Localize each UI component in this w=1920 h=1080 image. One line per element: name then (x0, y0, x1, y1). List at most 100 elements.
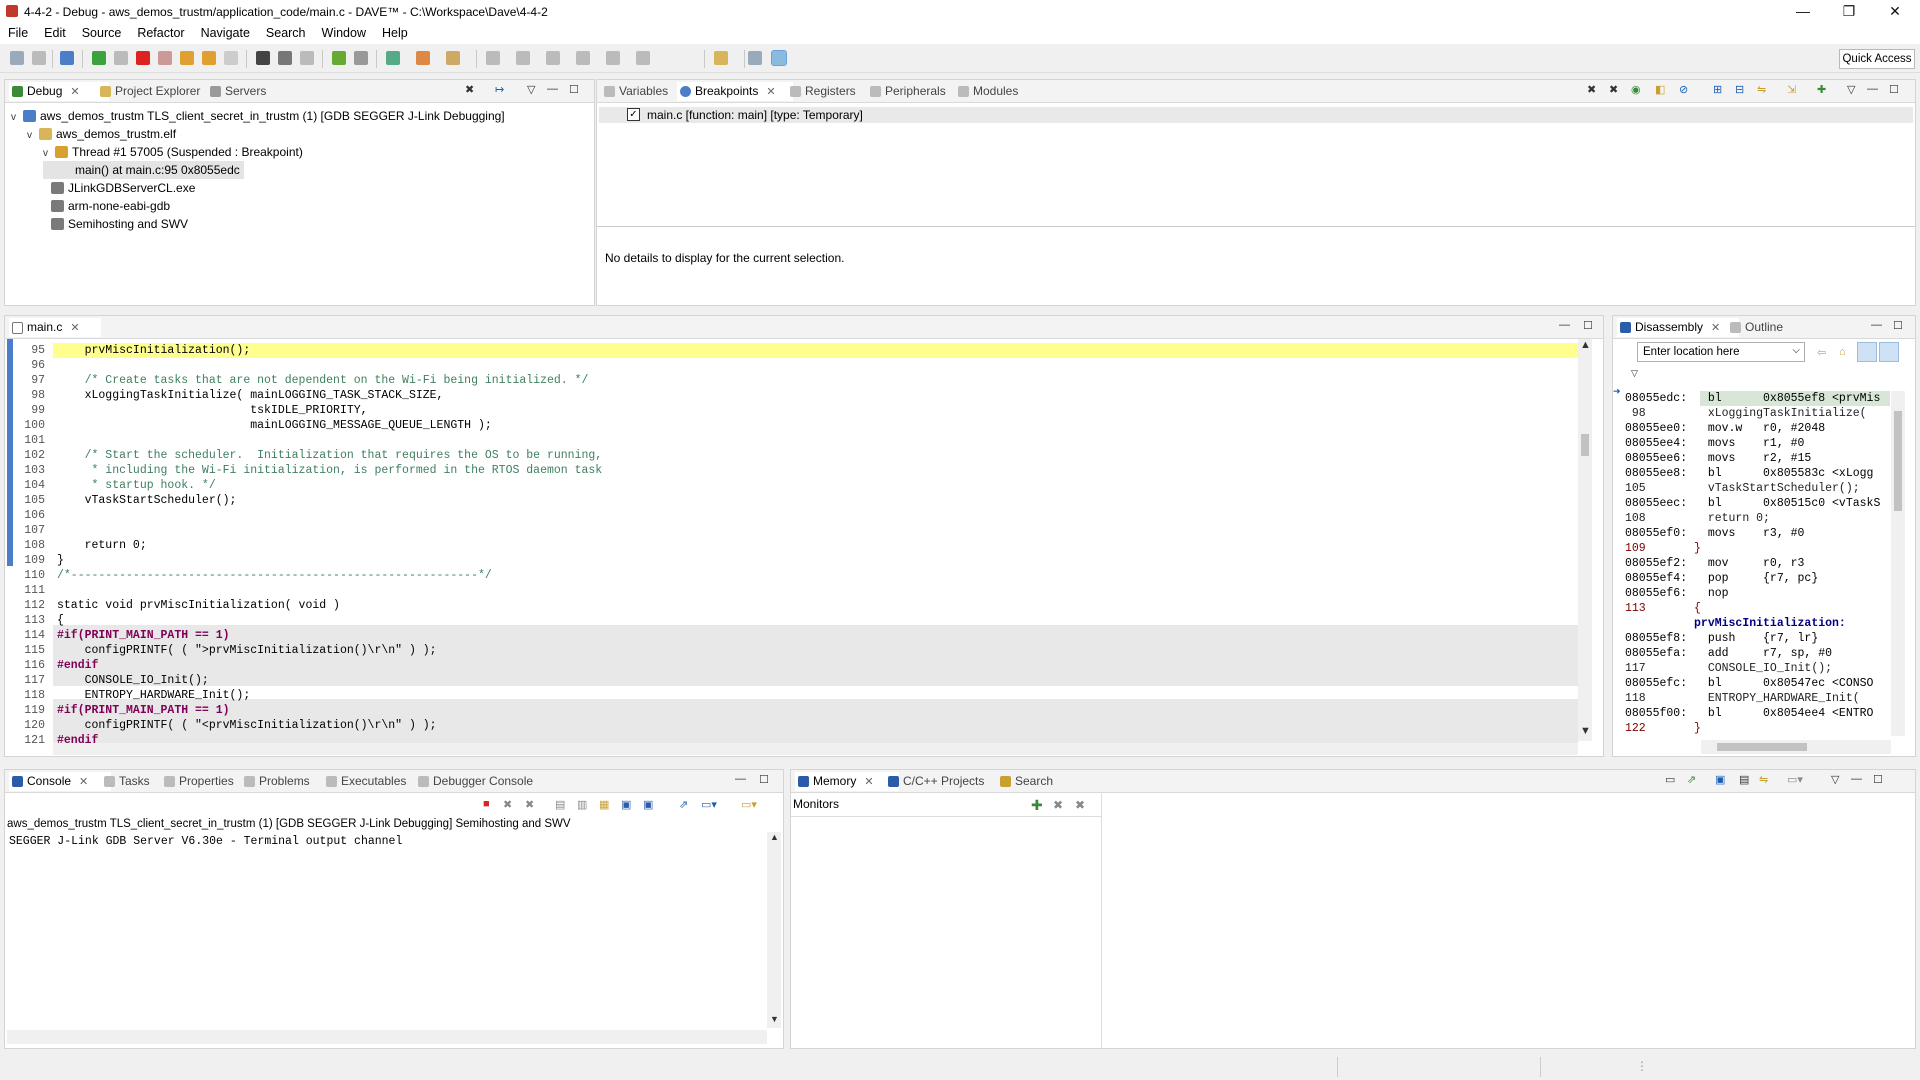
restart-icon[interactable] (278, 51, 292, 65)
cpp-perspective-icon[interactable] (748, 51, 762, 65)
view-menu-icon[interactable]: ▽ (1847, 83, 1855, 96)
export-icon[interactable]: ▭▾ (1787, 773, 1803, 786)
tab-properties[interactable]: Properties (161, 772, 234, 791)
tree-item-thread[interactable]: v Thread #1 57005 (Suspended : Breakpoint… (43, 143, 303, 161)
save-all-icon[interactable] (32, 51, 46, 65)
link-memory-icon[interactable]: ▣ (1715, 773, 1725, 786)
disassembly-hscrollbar[interactable] (1701, 740, 1891, 754)
clean-icon[interactable] (354, 51, 368, 65)
pin-console-icon[interactable]: ⇗ (679, 798, 688, 811)
reset-icon[interactable] (300, 51, 314, 65)
tree-item-stack-frame[interactable]: main() at main.c:95 0x8055edc (43, 161, 244, 179)
tree-item-elf[interactable]: v aws_demos_trustm.elf (27, 125, 176, 143)
tab-registers[interactable]: Registers (787, 82, 856, 101)
collapse-all-icon[interactable]: ⊟ (1735, 83, 1744, 96)
display-console-icon[interactable]: ▭▾ (701, 798, 717, 811)
quick-access-field[interactable]: Quick Access (1839, 49, 1915, 69)
tab-debugger-console[interactable]: Debugger Console (415, 772, 533, 791)
show-source-icon[interactable] (1879, 342, 1899, 362)
maximize-button[interactable]: ❐ (1826, 0, 1872, 24)
tab-disassembly[interactable]: Disassembly ✕ (1617, 318, 1739, 337)
tab-memory[interactable]: Memory ✕ (795, 772, 899, 791)
disassembly-line[interactable]: 08055ef0: movs r3, #0 (1625, 526, 1891, 541)
disassembly-line[interactable]: 122 } (1625, 721, 1891, 736)
run-icon[interactable] (416, 51, 430, 65)
minimize-view-icon[interactable]: — (1559, 319, 1570, 331)
scroll-thumb[interactable] (1581, 434, 1589, 456)
disassembly-line[interactable]: 109 } (1625, 541, 1891, 556)
import-icon[interactable]: ⇲ (1787, 83, 1796, 96)
maximize-view-icon[interactable]: ☐ (1873, 773, 1883, 786)
disassembly-line[interactable]: 117 CONSOLE_IO_Init(); (1625, 661, 1891, 676)
step-over-icon[interactable] (202, 51, 216, 65)
scroll-thumb[interactable] (1894, 411, 1902, 511)
scroll-down-icon[interactable]: ▼ (1580, 725, 1591, 737)
view-menu-icon[interactable]: ▽ (527, 83, 535, 96)
minimize-button[interactable]: — (1780, 0, 1826, 24)
breakpoint-checkbox[interactable]: ✓ (627, 108, 640, 121)
disassembly-line[interactable]: 08055ef4: pop {r7, pc} (1625, 571, 1891, 586)
disassembly-line[interactable]: 08055ee4: movs r1, #0 (1625, 436, 1891, 451)
word-wrap-icon[interactable]: ▦ (599, 798, 609, 811)
remove-monitor-icon[interactable]: ✖ (1053, 798, 1063, 812)
toggle-memory-icon[interactable]: ⇋ (1759, 773, 1768, 786)
maximize-view-icon[interactable]: ☐ (1893, 319, 1903, 332)
breakpoint-row[interactable]: ✓ main.c [function: main] [type: Tempora… (599, 107, 1913, 123)
disconnect-icon[interactable] (158, 51, 172, 65)
tab-console[interactable]: Console ✕ (9, 772, 111, 791)
menu-help[interactable]: Help (374, 24, 416, 40)
minimize-view-icon[interactable]: — (1867, 83, 1878, 95)
tab-project-explorer[interactable]: Project Explorer (97, 82, 200, 101)
disassembly-line[interactable]: 08055f00: bl 0x8054ee4 <ENTRO (1625, 706, 1891, 721)
editor-hscrollbar[interactable] (53, 743, 1578, 755)
scroll-lock-icon[interactable]: ▥ (577, 798, 587, 811)
minimize-view-icon[interactable]: — (1851, 773, 1862, 785)
add-event-icon[interactable]: ✚ (1817, 83, 1826, 96)
minimize-view-icon[interactable]: — (735, 773, 746, 785)
tab-tasks[interactable]: Tasks (101, 772, 150, 791)
disassembly-line[interactable]: 108 return 0; (1625, 511, 1891, 526)
last-edit-icon[interactable] (576, 51, 590, 65)
disassembly-line[interactable]: 08055ee0: mov.w r0, #2048 (1625, 421, 1891, 436)
home-icon[interactable]: ⌂ (1839, 346, 1846, 358)
forward-icon[interactable] (636, 51, 650, 65)
remove-all-icon[interactable]: ✖ (525, 798, 534, 811)
maximize-view-icon[interactable]: ☐ (759, 773, 769, 786)
console-hscrollbar[interactable] (7, 1030, 767, 1044)
external-tools-icon[interactable] (446, 51, 460, 65)
menu-refactor[interactable]: Refactor (129, 24, 192, 40)
back-icon[interactable] (606, 51, 620, 65)
edit-icon[interactable] (486, 51, 500, 65)
disassembly-line[interactable]: 08055ef6: nop (1625, 586, 1891, 601)
add-monitor-icon[interactable]: ✚ (1031, 797, 1043, 814)
disassembly-line[interactable]: prvMiscInitialization: (1625, 616, 1891, 631)
new-tab-icon[interactable]: ▭ (1665, 773, 1675, 786)
minimize-view-icon[interactable]: — (547, 83, 558, 95)
menu-search[interactable]: Search (258, 24, 314, 40)
menu-edit[interactable]: Edit (36, 24, 74, 40)
import-icon[interactable]: ⇗ (1687, 773, 1696, 786)
disassembly-line[interactable]: 105 vTaskStartScheduler(); (1625, 481, 1891, 496)
disassembly-scrollbar[interactable] (1891, 391, 1905, 736)
goto-file-icon[interactable]: ◧ (1655, 83, 1665, 96)
open-console-icon[interactable]: ▭▾ (741, 798, 757, 811)
resume-icon[interactable] (92, 51, 106, 65)
menu-window[interactable]: Window (314, 24, 374, 40)
disassembly-line[interactable]: 08055efc: bl 0x80547ec <CONSO (1625, 676, 1891, 691)
expand-all-icon[interactable]: ⊞ (1713, 83, 1722, 96)
skip-breakpoints-icon[interactable] (60, 51, 74, 65)
tab-problems[interactable]: Problems (241, 772, 310, 791)
menu-source[interactable]: Source (74, 24, 130, 40)
tab-debug[interactable]: Debug ✕ (9, 82, 109, 101)
remove-launch-icon[interactable]: ✖ (503, 798, 512, 811)
remove-all-breakpoints-icon[interactable]: ✖ (1609, 83, 1618, 96)
skip-all-icon[interactable]: ⊘ (1679, 83, 1688, 96)
step-return-icon[interactable] (224, 51, 238, 65)
tree-item-semihosting[interactable]: Semihosting and SWV (51, 215, 188, 233)
disassembly-line[interactable]: 118 ENTROPY_HARDWARE_Init( (1625, 691, 1891, 706)
show-on-output-icon[interactable]: ▣ (621, 798, 631, 811)
remove-breakpoint-icon[interactable]: ✖ (1587, 83, 1596, 96)
save-icon[interactable] (10, 51, 24, 65)
build-icon[interactable] (332, 51, 346, 65)
tree-item-launch[interactable]: v aws_demos_trustm TLS_client_secret_in_t… (11, 107, 505, 125)
